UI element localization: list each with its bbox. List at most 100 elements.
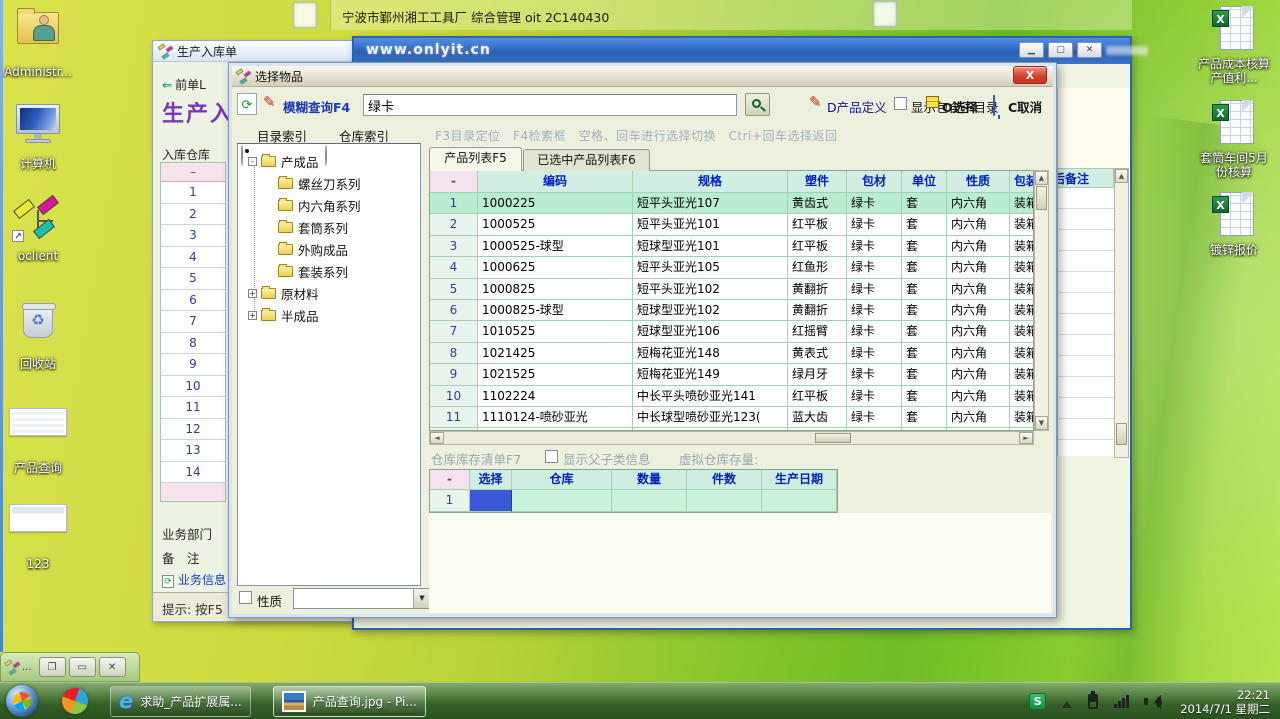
product-row[interactable]: 11000225短平头亚光107黄齿式绿卡套内六角装箱数 [430, 193, 1034, 214]
row-number-cell[interactable]: 3 [161, 225, 225, 247]
selected-cell[interactable] [470, 490, 512, 512]
stock-column-header-1[interactable]: 选择 [470, 470, 512, 490]
scroll-thumb[interactable] [1116, 423, 1127, 445]
stock-column-header-3[interactable]: 数量 [612, 470, 687, 490]
desktop-icon-recycle-bin[interactable]: 回收站 [0, 298, 76, 371]
task-image-viewer[interactable]: 产品查询.jpg - Pi... [273, 686, 426, 717]
desktop-icon-excel-quote-file[interactable]: 镀锌报价 [1196, 192, 1272, 257]
minimized-window-bar[interactable]: ... ❐ ▭ ✕ [0, 652, 140, 682]
close-button[interactable]: ✕ [1077, 42, 1102, 58]
scroll-up-icon[interactable]: ▲ [1035, 171, 1048, 185]
product-table-hscrollbar[interactable]: ◄ ► [429, 431, 1034, 445]
product-row[interactable]: 41000625短平头亚光105红鱼形绿卡套内六角装箱数 [430, 257, 1034, 278]
tree-item-内六角系列[interactable]: 内六角系列 [238, 194, 420, 216]
product-table[interactable]: -编码规格塑件包材单位性质包装参数11000225短平头亚光107黄齿式绿卡套内… [429, 170, 1034, 431]
row-number-cell[interactable]: 1 [161, 182, 225, 204]
expand-icon[interactable]: + [248, 289, 257, 298]
column-header-1[interactable]: 编码 [478, 171, 633, 193]
column-header-4[interactable]: 包材 [847, 171, 902, 193]
tray-app-icon[interactable] [1029, 693, 1046, 710]
stock-table[interactable]: -选择仓库数量件数生产日期1 [429, 469, 838, 513]
product-row[interactable]: 51000825短平头亚光102黄翻折绿卡套内六角装箱数 [430, 279, 1034, 300]
tab-selected-products[interactable]: 已选中产品列表F6 [523, 149, 650, 171]
tree-item-螺丝刀系列[interactable]: 螺丝刀系列 [238, 172, 420, 194]
row-number-cell[interactable]: 4 [161, 247, 225, 269]
column-header-6[interactable]: 性质 [947, 171, 1010, 193]
scroll-thumb[interactable] [1036, 186, 1047, 210]
search-button[interactable] [745, 93, 770, 116]
desktop-icon-excel-cost-file[interactable]: 产品成本核算产值利... [1196, 6, 1272, 85]
browser-pinwheel-icon[interactable] [58, 684, 91, 717]
start-button[interactable] [6, 685, 38, 717]
column-header-7[interactable]: 包装参数 [1010, 171, 1034, 193]
radio-warehouse-index[interactable] [325, 145, 327, 166]
tree-item-原材料[interactable]: +原材料 [238, 282, 420, 304]
stock-cell[interactable] [612, 490, 687, 512]
minimize-button[interactable]: ▁ [1019, 42, 1044, 58]
desktop-icon-computer[interactable]: 计算机 [0, 96, 76, 171]
stock-column-header-0[interactable]: - [430, 470, 470, 490]
stock-column-header-5[interactable]: 生产日期 [762, 470, 837, 490]
scroll-down-icon[interactable]: ▼ [1035, 416, 1048, 430]
stock-cell[interactable]: 1 [430, 490, 470, 512]
column-header-5[interactable]: 单位 [902, 171, 947, 193]
row-number-cell[interactable]: 14 [161, 462, 225, 484]
row-number-cell[interactable]: 11 [161, 397, 225, 419]
tab-product-list[interactable]: 产品列表F5 [429, 147, 522, 171]
row-number-cell[interactable]: 8 [161, 333, 225, 355]
nature-combobox[interactable] [293, 588, 431, 609]
tree-item-半成品[interactable]: +半成品 [238, 304, 420, 326]
dropdown-arrow-icon[interactable] [413, 589, 430, 608]
row-number-cell[interactable]: 2 [161, 204, 225, 226]
rear-vertical-scrollbar[interactable]: ▲ [1114, 168, 1129, 458]
scroll-thumb[interactable] [815, 433, 851, 443]
close-button[interactable]: ✕ [99, 657, 126, 677]
collapse-icon[interactable]: - [248, 157, 257, 166]
cancel-button[interactable]: C取消 [1008, 97, 1042, 116]
column-header-0[interactable]: - [430, 171, 478, 193]
show-children-checkbox[interactable] [545, 450, 558, 463]
production-row-number-grid[interactable]: – 1234567891011121314 [160, 162, 226, 502]
restore-button[interactable]: ❐ [39, 657, 66, 677]
row-number-cell[interactable]: 5 [161, 268, 225, 290]
product-row[interactable]: 101102224中长平头喷砂亚光141红平板绿卡套内六角装箱数 [430, 386, 1034, 407]
desktop-icon-product-query-image[interactable]: 产品查询 [0, 408, 76, 475]
desktop-icon-excel-workshop-file[interactable]: 套筒车间5月份核算 [1196, 100, 1272, 179]
tree-item-产成品[interactable]: -产成品 [238, 150, 420, 172]
row-number-cell[interactable]: 7 [161, 311, 225, 333]
radio-catalog-index[interactable] [241, 145, 243, 166]
product-row[interactable]: 71010525短球型亚光106红摇臂绿卡套内六角装箱数 [430, 321, 1034, 342]
battery-icon[interactable] [1088, 694, 1098, 709]
row-number-cell[interactable]: 9 [161, 354, 225, 376]
previous-doc-button[interactable]: ⇐前单L [162, 76, 206, 93]
volume-icon[interactable] [1144, 694, 1162, 710]
column-header-2[interactable]: 规格 [633, 171, 788, 193]
product-table-vscrollbar[interactable]: ▲ ▼ [1034, 170, 1049, 431]
clock[interactable]: 22:21 2014/7/1 星期二 [1180, 688, 1270, 716]
scroll-up-icon[interactable]: ▲ [1115, 169, 1128, 183]
tree-item-外购成品[interactable]: 外购成品 [238, 238, 420, 260]
desktop-icon-administrator-folder[interactable]: Administr... [0, 2, 76, 79]
expand-icon[interactable]: + [248, 311, 257, 320]
fuzzy-search-input[interactable] [363, 94, 737, 116]
product-row[interactable]: 111110124-喷砂亚光中长球型喷砂亚光123(蓝大齿绿卡套内六角装箱数 [430, 407, 1034, 428]
column-header-3[interactable]: 塑件 [788, 171, 847, 193]
stock-cell[interactable] [512, 490, 612, 512]
row-number-cell[interactable]: 13 [161, 440, 225, 462]
maximize-button[interactable]: ▢ [1048, 42, 1073, 58]
dialog-close-button[interactable] [1013, 66, 1047, 84]
product-row[interactable]: 61000825-球型短球型亚光102黄翻折绿卡套内六角装箱数 [430, 300, 1034, 321]
row-number-cell[interactable]: 12 [161, 419, 225, 441]
dialog-titlebar[interactable]: 选择物品 [232, 66, 1053, 87]
row-number-cell[interactable]: 6 [161, 290, 225, 312]
stock-row[interactable]: 1 [430, 490, 837, 512]
maximize-button[interactable]: ▭ [69, 657, 96, 677]
business-info-link[interactable]: 业务信息 [162, 571, 226, 588]
tree-item-套装系列[interactable]: 套装系列 [238, 260, 420, 282]
product-row[interactable]: 91021525短梅花亚光149绿月牙绿卡套内六角装箱数 [430, 364, 1034, 385]
stock-column-header-4[interactable]: 件数 [687, 470, 762, 490]
show-subdir-checkbox[interactable] [894, 97, 907, 110]
row-number-cell[interactable]: 10 [161, 376, 225, 398]
task-ie-help[interactable]: e求助_产品扩展属... [110, 686, 251, 717]
desktop-icon-image-123[interactable]: 123 [0, 504, 76, 571]
